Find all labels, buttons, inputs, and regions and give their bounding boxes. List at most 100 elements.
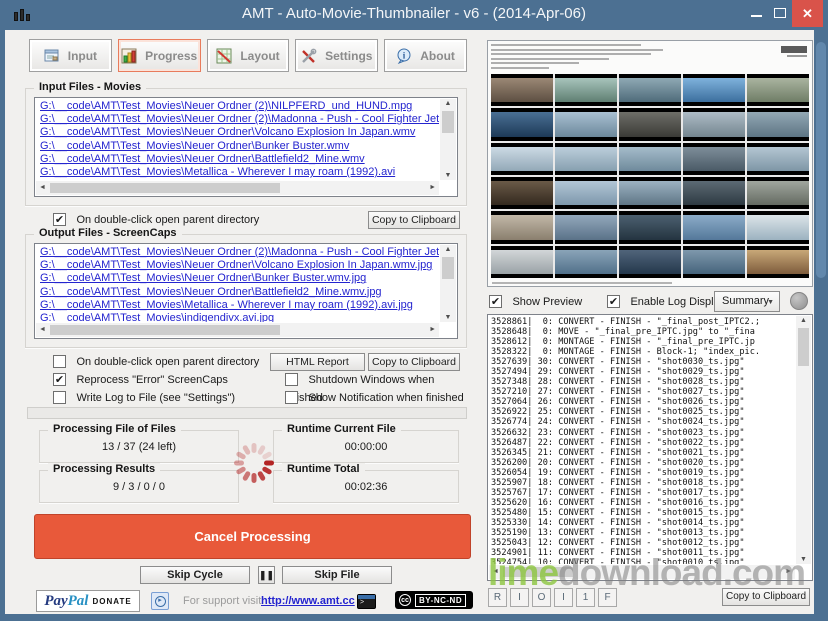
- scroll-down-icon[interactable]: ▼: [440, 172, 456, 179]
- scroll-left-icon[interactable]: ◄: [39, 323, 46, 337]
- paypal-donate-button[interactable]: PayPal DONATE: [36, 590, 140, 612]
- input-files-listbox[interactable]: G:\__code\AMT\Test_Movies\Neuer Ordner (…: [34, 97, 458, 197]
- log-filter-button-1[interactable]: 1: [576, 588, 595, 607]
- tab-input[interactable]: Input: [29, 39, 112, 72]
- reprocess-error-checkbox[interactable]: ✔: [53, 373, 66, 386]
- settings-tab-icon: [301, 48, 317, 64]
- tab-about[interactable]: i About: [384, 39, 467, 72]
- progress-tab-icon: [121, 48, 137, 64]
- video-thumbnail: [747, 108, 809, 140]
- window-title: AMT - Auto-Movie-Thumbnailer - v6 - (201…: [0, 5, 828, 22]
- show-preview-checkbox[interactable]: ✔: [489, 295, 502, 308]
- window-edge-scrollbar[interactable]: [816, 42, 826, 278]
- input-files-title: Input Files - Movies: [34, 81, 146, 93]
- tab-layout[interactable]: Layout: [207, 39, 290, 72]
- input-file-link[interactable]: G:\__code\AMT\Test_Movies\indigendivx.av…: [40, 179, 439, 180]
- output-file-link[interactable]: G:\__code\AMT\Test_Movies\Metallica - Wh…: [40, 299, 439, 312]
- log-filter-button-o[interactable]: O: [532, 588, 551, 607]
- enable-log-checkbox[interactable]: ✔: [607, 295, 620, 308]
- thumbnail-grid: [491, 74, 809, 278]
- input-copy-clipboard-button[interactable]: Copy to Clipboard: [368, 211, 460, 229]
- log-mode-select[interactable]: Summary ▼: [714, 291, 780, 312]
- media-player-icon[interactable]: ▸: [151, 592, 169, 610]
- log-filter-button-f[interactable]: F: [598, 588, 617, 607]
- output-open-parent-checkbox[interactable]: [53, 355, 66, 368]
- video-thumbnail: [555, 177, 617, 209]
- scroll-down-icon[interactable]: ▼: [796, 556, 811, 563]
- input-file-link[interactable]: G:\__code\AMT\Test_Movies\Neuer Ordner\B…: [40, 153, 439, 166]
- cc-icon: cc: [399, 594, 411, 606]
- montage-header-info: [491, 44, 809, 72]
- input-tab-icon: [44, 48, 60, 64]
- close-button[interactable]: ✕: [792, 0, 823, 27]
- scroll-up-icon[interactable]: ▲: [440, 246, 456, 253]
- output-file-link[interactable]: G:\__code\AMT\Test_Movies\Neuer Ordner (…: [40, 246, 439, 259]
- scroll-left-icon[interactable]: ◄: [39, 181, 46, 195]
- input-file-link[interactable]: G:\__code\AMT\Test_Movies\Neuer Ordner\V…: [40, 126, 439, 139]
- console-icon[interactable]: >: [357, 594, 376, 609]
- input-file-link[interactable]: G:\__code\AMT\Test_Movies\Neuer Ordner\B…: [40, 140, 439, 153]
- write-log-checkbox[interactable]: [53, 391, 66, 404]
- video-thumbnail: [683, 211, 745, 243]
- log-line: 3525767| 17: CONVERT - FINISH - "shot001…: [491, 488, 795, 498]
- output-file-link[interactable]: G:\__code\AMT\Test_Movies\indigendivx.av…: [40, 312, 439, 322]
- minimize-button[interactable]: [751, 15, 762, 17]
- output-file-link[interactable]: G:\__code\AMT\Test_Movies\Neuer Ordner\B…: [40, 272, 439, 285]
- input-file-link[interactable]: G:\__code\AMT\Test_Movies\Neuer Ordner (…: [40, 113, 439, 126]
- input-open-parent-checkbox[interactable]: ✔: [53, 213, 66, 226]
- video-thumbnail: [619, 108, 681, 140]
- input-file-link[interactable]: G:\__code\AMT\Test_Movies\Metallica - Wh…: [40, 166, 439, 179]
- log-filter-button-i1[interactable]: I: [510, 588, 529, 607]
- support-link[interactable]: http://www.amt.cc: [261, 595, 355, 607]
- input-files-vscrollbar[interactable]: ▲ ▼: [440, 99, 456, 180]
- video-thumbnail: [619, 143, 681, 175]
- log-hscrollbar[interactable]: ◄ ►: [489, 565, 795, 579]
- video-thumbnail: [619, 74, 681, 106]
- video-thumbnail: [747, 143, 809, 175]
- log-filter-button-r[interactable]: R: [488, 588, 507, 607]
- cancel-processing-button[interactable]: Cancel Processing: [34, 514, 471, 559]
- pause-button[interactable]: ❚❚: [258, 566, 275, 584]
- title-bar[interactable]: AMT - Auto-Movie-Thumbnailer - v6 - (201…: [0, 0, 828, 30]
- log-line: 3527064| 26: CONVERT - FINISH - "shot002…: [491, 397, 795, 407]
- input-open-parent-label: On double-click open parent directory: [76, 214, 259, 226]
- tab-progress[interactable]: Progress: [118, 39, 201, 72]
- input-files-hscrollbar[interactable]: ◄ ►: [36, 181, 439, 195]
- output-files-vscrollbar[interactable]: ▲ ▼: [440, 245, 456, 322]
- scroll-up-icon[interactable]: ▲: [796, 317, 811, 324]
- output-files-hscrollbar[interactable]: ◄ ►: [36, 323, 439, 337]
- maximize-button[interactable]: [774, 8, 786, 18]
- preview-montage: [487, 40, 813, 287]
- creative-commons-badge[interactable]: cc BY-NC-ND: [395, 591, 473, 609]
- log-line: 3528322| 0: MONTAGE - FINISH - Block-1; …: [491, 347, 795, 357]
- show-preview-label: Show Preview: [512, 296, 582, 308]
- video-thumbnail: [747, 74, 809, 106]
- output-files-listbox[interactable]: G:\__code\AMT\Test_Movies\Neuer Ordner (…: [34, 243, 458, 339]
- html-report-button[interactable]: HTML Report: [270, 353, 365, 371]
- output-file-link[interactable]: G:\__code\AMT\Test_Movies\Neuer Ordner\V…: [40, 259, 439, 272]
- shutdown-checkbox[interactable]: [285, 373, 298, 386]
- skip-cycle-button[interactable]: Skip Cycle: [140, 566, 250, 584]
- log-line: 3525190| 13: CONVERT - FINISH - "shot001…: [491, 528, 795, 538]
- input-file-link[interactable]: G:\__code\AMT\Test_Movies\Neuer Ordner (…: [40, 100, 439, 113]
- scroll-right-icon[interactable]: ►: [429, 181, 436, 195]
- log-line: 3527639| 30: CONVERT - FINISH - "shot003…: [491, 357, 795, 367]
- log-vscrollbar[interactable]: ▲ ▼: [796, 316, 811, 564]
- video-thumbnail: [491, 143, 553, 175]
- montage-footer-info: [492, 282, 672, 284]
- scroll-up-icon[interactable]: ▲: [440, 100, 456, 107]
- log-filter-button-i2[interactable]: I: [554, 588, 573, 607]
- output-file-link[interactable]: G:\__code\AMT\Test_Movies\Neuer Ordner\B…: [40, 286, 439, 299]
- skip-file-button[interactable]: Skip File: [282, 566, 392, 584]
- file-of-files-label: Processing File of Files: [48, 423, 181, 435]
- scroll-left-icon[interactable]: ◄: [492, 565, 499, 579]
- notification-checkbox[interactable]: [285, 391, 298, 404]
- log-copy-clipboard-button[interactable]: Copy to Clipboard: [722, 588, 810, 606]
- log-display[interactable]: 3528861| 0: CONVERT - FINISH - "_final_p…: [487, 314, 813, 581]
- scroll-down-icon[interactable]: ▼: [440, 314, 456, 321]
- output-copy-clipboard-button[interactable]: Copy to Clipboard: [368, 353, 460, 371]
- tab-settings[interactable]: Settings: [295, 39, 378, 72]
- scroll-right-icon[interactable]: ►: [785, 565, 792, 579]
- log-line: 3527348| 28: CONVERT - FINISH - "shot002…: [491, 377, 795, 387]
- scroll-right-icon[interactable]: ►: [429, 323, 436, 337]
